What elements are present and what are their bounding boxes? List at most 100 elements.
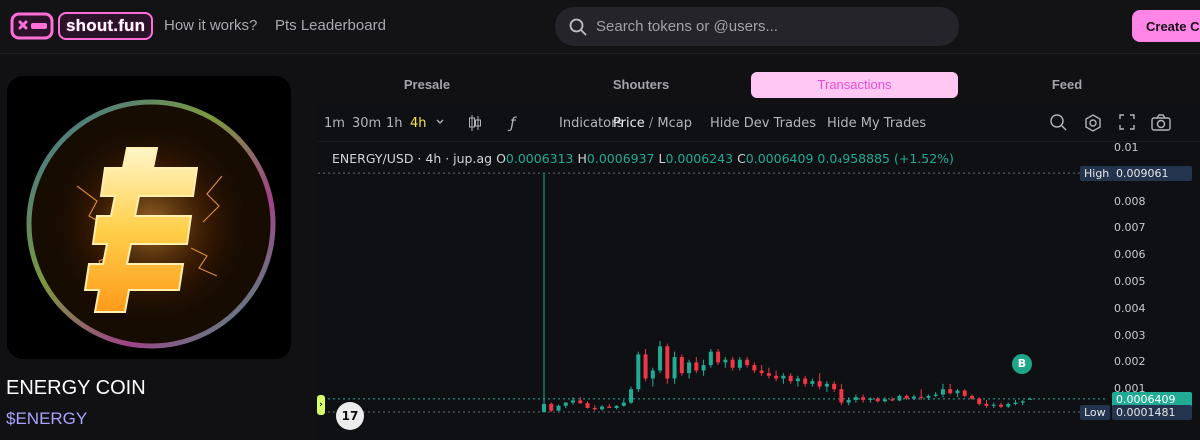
candle-body [549, 403, 554, 411]
collapse-panel-button[interactable]: › [317, 395, 325, 415]
search-bar[interactable] [555, 7, 959, 46]
candles-icon[interactable] [468, 114, 482, 132]
search-icon [569, 18, 587, 35]
low-tag-label: Low [1080, 405, 1110, 421]
nav-pts-leaderboard[interactable]: Pts Leaderboard [275, 17, 386, 34]
candle-body [926, 395, 931, 398]
open-label: O [496, 151, 506, 166]
candle-body [1013, 402, 1018, 404]
candle-body [868, 398, 873, 400]
mcap-label: Mcap [657, 116, 692, 131]
change-value: 0.0₄958885 (+1.52%) [817, 151, 954, 166]
candle-body [621, 402, 626, 406]
candle-body [1020, 401, 1025, 403]
candle-body [1028, 398, 1032, 400]
candle-body [759, 370, 764, 374]
symbol-label: ENERGY/USD · 4h · jup.ag [332, 151, 493, 166]
candle-body [658, 346, 663, 371]
candle-body [614, 405, 619, 408]
y-tick-label: 0.006 [1114, 248, 1146, 262]
y-tick-label: 0.004 [1114, 301, 1146, 315]
candle-body [701, 365, 706, 371]
candle-body [643, 354, 648, 379]
candle-body [824, 383, 829, 387]
chart-toolbar: 1m 30m 1h 4h ƒ Indicators Price / Mcap H… [318, 104, 1200, 142]
y-tick-label: 0.002 [1114, 355, 1146, 369]
candle-body [774, 375, 779, 379]
low-value: 0.0006243 [665, 151, 734, 166]
candle-body [832, 383, 837, 390]
zoom-icon[interactable] [1049, 113, 1069, 133]
candle-body [788, 375, 793, 382]
candle-body [998, 404, 1003, 407]
settings-icon[interactable] [1083, 113, 1103, 133]
candle-body [1006, 403, 1011, 407]
interval-1m[interactable]: 1m [324, 116, 345, 131]
hide-dev-trades-button[interactable]: Hide Dev Trades [710, 116, 816, 131]
candle-body [723, 359, 728, 363]
y-tick-label: 0.007 [1114, 221, 1146, 235]
candle-body [716, 351, 721, 363]
high-value: 0.0006937 [586, 151, 655, 166]
low-tag-value: 0.0001481 [1112, 405, 1192, 421]
candle-body [853, 397, 858, 400]
nav-how-it-works[interactable]: How it works? [164, 17, 257, 34]
candle-body [556, 405, 561, 411]
candle-body [890, 399, 895, 401]
candle-body [607, 406, 612, 408]
brand-logo[interactable]: shout.fun [10, 10, 154, 42]
candle-body [650, 370, 655, 379]
candle-body [592, 407, 597, 410]
coin-ticker: $ENERGY [6, 409, 88, 428]
tab-shouters[interactable]: Shouters [556, 72, 726, 98]
candle-body [817, 381, 822, 387]
price-label: Price [613, 116, 645, 131]
y-tick-label: 0.008 [1114, 194, 1146, 208]
candle-body [897, 395, 902, 401]
candle-body [919, 396, 924, 398]
candle-body [875, 398, 880, 402]
high-tag-label: High [1080, 166, 1114, 182]
candle-body [861, 397, 866, 400]
price-toggle[interactable]: Price / Mcap [613, 116, 692, 131]
create-coin-button[interactable]: Create Coin [1132, 10, 1200, 42]
candle-body [911, 396, 916, 399]
brand-name: shout.fun [58, 12, 154, 40]
coin-image [7, 76, 291, 359]
candle-body [694, 362, 699, 371]
megaphone-logo-icon [10, 12, 54, 40]
hide-my-trades-button[interactable]: Hide My Trades [827, 116, 926, 131]
candle-body [600, 406, 605, 410]
candle-body [578, 400, 583, 404]
candle-body [882, 399, 887, 402]
chevron-down-icon[interactable] [435, 117, 445, 127]
candle-body [984, 403, 989, 406]
interval-1h[interactable]: 1h [386, 116, 403, 131]
y-tick-label: 0.01 [1114, 141, 1139, 154]
candle-body [542, 403, 546, 413]
candle-body [571, 400, 576, 403]
price-mcap-separator: / [648, 116, 654, 131]
candle-body [687, 362, 692, 374]
camera-icon[interactable] [1150, 113, 1172, 133]
buy-marker[interactable]: B [1012, 354, 1032, 374]
tab-presale[interactable]: Presale [342, 72, 512, 98]
interval-30m[interactable]: 30m [352, 116, 381, 131]
price-chart: 1m 30m 1h 4h ƒ Indicators Price / Mcap H… [318, 104, 1200, 440]
search-input[interactable] [596, 18, 936, 35]
ohlc-legend: ENERGY/USD · 4h · jup.ag O0.0006313 H0.0… [332, 151, 954, 166]
fx-icon[interactable]: ƒ [510, 114, 515, 132]
candle-body [766, 373, 771, 376]
interval-4h[interactable]: 4h [410, 116, 427, 131]
tab-transactions[interactable]: Transactions [751, 72, 958, 98]
tab-feed[interactable]: Feed [982, 72, 1152, 98]
candle-body [933, 394, 938, 396]
energy-coin-logo-icon [7, 76, 291, 359]
candle-body [962, 390, 967, 396]
tradingview-logo[interactable]: 17 [336, 402, 364, 430]
candle-body [745, 359, 750, 366]
candle-body [752, 365, 757, 371]
candle-body [737, 359, 742, 368]
fullscreen-icon[interactable] [1118, 113, 1136, 131]
candle-body [708, 351, 713, 366]
